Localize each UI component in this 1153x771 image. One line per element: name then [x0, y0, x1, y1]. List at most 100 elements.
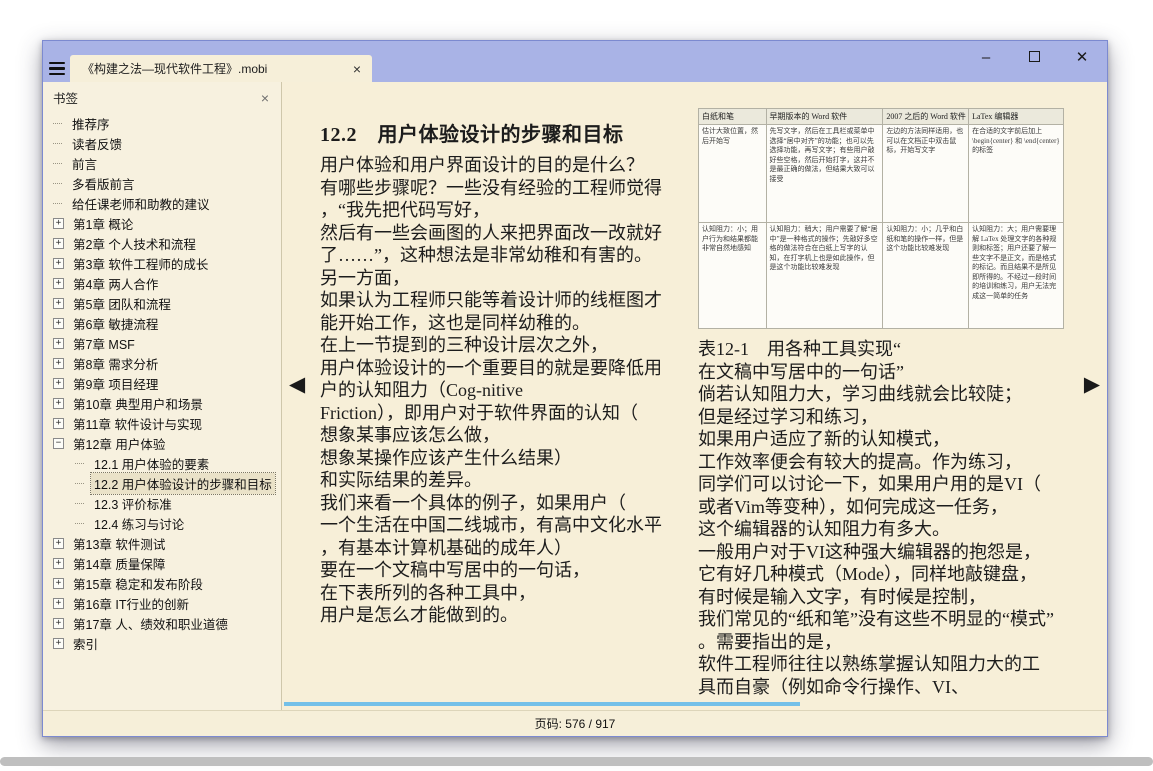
- table-header-cell: LaTex 编辑器: [969, 109, 1064, 125]
- text-line: 在上一节提到的三种设计层次之外，: [320, 334, 700, 357]
- bookmark-item[interactable]: +第17章 人、绩效和职业道德: [53, 613, 281, 633]
- bookmark-label: 推荐序: [69, 113, 113, 134]
- expand-icon[interactable]: +: [53, 378, 64, 389]
- bookmark-item[interactable]: +第5章 团队和流程: [53, 293, 281, 313]
- menu-icon[interactable]: [43, 55, 70, 82]
- bookmark-item[interactable]: +第8章 需求分析: [53, 353, 281, 373]
- text-line: 我们常见的“纸和笔”没有这些不明显的“模式”: [698, 608, 1086, 631]
- bookmark-label: 第6章 敏捷流程: [70, 313, 161, 334]
- bookmark-label: 第16章 IT行业的创新: [70, 593, 192, 614]
- bookmark-item[interactable]: +第15章 稳定和发布阶段: [53, 573, 281, 593]
- progress-bar[interactable]: [284, 702, 1105, 706]
- taskbar-strip[interactable]: [0, 757, 1153, 766]
- expand-icon[interactable]: +: [53, 238, 64, 249]
- right-page-lines: 倘若认知阻力大，学习曲线就会比较陡；但是经过学习和练习，如果用户适应了新的认知模…: [698, 383, 1086, 698]
- tree-connector: [53, 183, 62, 184]
- caption-line: 在文稿中写居中的一句话”: [698, 361, 1086, 384]
- reading-canvas[interactable]: ◀ ▶ 12.2 用户体验设计的步骤和目标 用户体验和用户界面设计的目的是什么？…: [282, 82, 1107, 710]
- expand-icon[interactable]: +: [53, 398, 64, 409]
- bookmark-item[interactable]: 读者反馈: [53, 133, 281, 153]
- bookmark-item[interactable]: +第14章 质量保障: [53, 553, 281, 573]
- tree-connector: [75, 503, 84, 504]
- bookmark-item[interactable]: +第4章 两人合作: [53, 273, 281, 293]
- next-page-arrow[interactable]: ▶: [1084, 374, 1100, 395]
- expand-icon[interactable]: +: [53, 358, 64, 369]
- minimize-button[interactable]: –: [977, 50, 995, 65]
- expand-icon[interactable]: +: [53, 318, 64, 329]
- expand-icon[interactable]: +: [53, 418, 64, 429]
- table-cell: 认知阻力：大；用户需要理解 LaTex 处理文字的各种规则和标签；用户还要了解一…: [969, 223, 1064, 329]
- bookmark-item[interactable]: −第12章 用户体验: [53, 433, 281, 453]
- text-line: 用户是怎么才能做到的。: [320, 604, 700, 627]
- text-line: 如果用户适应了新的认知模式，: [698, 428, 1086, 451]
- tree-connector: [53, 143, 62, 144]
- expand-icon[interactable]: +: [53, 618, 64, 629]
- table-header-cell: 早期版本的 Word 软件: [766, 109, 883, 125]
- sidebar-close-icon[interactable]: ×: [261, 91, 269, 105]
- text-line: 我们来看一个具体的例子，如果用户（: [320, 492, 700, 515]
- bookmark-item[interactable]: +第7章 MSF: [53, 333, 281, 353]
- text-line: 用户体验设计的一个重要目的就是要降低用: [320, 357, 700, 380]
- left-page-lines: 用户体验和用户界面设计的目的是什么？有哪些步骤呢？一些没有经验的工程师觉得，“我…: [320, 154, 700, 627]
- document-tab[interactable]: 《构建之法—现代软件工程》.mobi ×: [70, 55, 372, 82]
- bookmark-item[interactable]: +第13章 软件测试: [53, 533, 281, 553]
- prev-page-arrow[interactable]: ◀: [289, 374, 305, 395]
- text-line: Friction），即用户对于软件界面的认知（: [320, 402, 700, 425]
- text-line: 一个生活在中国二线城市，有高中文化水平: [320, 514, 700, 537]
- expand-icon[interactable]: +: [53, 338, 64, 349]
- text-line: ，有基本计算机基础的成年人）: [320, 537, 700, 560]
- bookmark-item[interactable]: +第3章 软件工程师的成长: [53, 253, 281, 273]
- bookmark-item[interactable]: + 第11章 软件设计与实现: [53, 413, 281, 433]
- bookmark-item[interactable]: + 索引: [53, 633, 281, 653]
- close-button[interactable]: ✕: [1073, 50, 1091, 65]
- tab-close-icon[interactable]: ×: [350, 62, 364, 76]
- bookmark-item[interactable]: + 第9章 项目经理: [53, 373, 281, 393]
- bookmark-label: 12.4 练习与讨论: [91, 513, 187, 534]
- bookmarks-sidebar: 书签 × 推荐序读者反馈前言多看版前言给任课老师和助教的建议+第1章 概论+第2…: [43, 82, 282, 710]
- expand-icon[interactable]: +: [53, 638, 64, 649]
- text-line: 有时候是输入文字，有时候是控制，: [698, 586, 1086, 609]
- bookmark-item[interactable]: +第2章 个人技术和流程: [53, 233, 281, 253]
- bookmark-item[interactable]: 多看版前言: [53, 173, 281, 193]
- bookmark-item[interactable]: 给任课老师和助教的建议: [53, 193, 281, 213]
- bookmark-label: 索引: [70, 633, 101, 654]
- maximize-icon: [1029, 51, 1040, 62]
- expand-icon[interactable]: +: [53, 298, 64, 309]
- bookmark-item[interactable]: 12.4 练习与讨论: [53, 513, 281, 533]
- table-cell: 在合适的文字前后加上 \begin{center} 和 \end{center}…: [969, 125, 1064, 223]
- bookmark-label: 第1章 概论: [70, 213, 136, 234]
- bookmark-item[interactable]: + 第1章 概论: [53, 213, 281, 233]
- maximize-button[interactable]: [1025, 50, 1043, 65]
- bookmark-item[interactable]: 12.3 评价标准: [53, 493, 281, 513]
- bookmark-label: 12.3 评价标准: [91, 493, 175, 514]
- bookmark-label: 多看版前言: [69, 173, 138, 194]
- bookmark-label: 前言: [69, 153, 100, 174]
- expand-icon[interactable]: +: [53, 278, 64, 289]
- bookmark-item[interactable]: 前言: [53, 153, 281, 173]
- bookmark-label: 第9章 项目经理: [70, 373, 161, 394]
- bookmark-item[interactable]: + 第16章 IT行业的创新: [53, 593, 281, 613]
- table-row: 认知阻力：小；用户行为和结果都能非常自然地感知认知阻力：稍大；用户需要了解“居中…: [699, 223, 1064, 329]
- bookmark-item[interactable]: 推荐序: [53, 113, 281, 133]
- bookmark-item[interactable]: + 第6章 敏捷流程: [53, 313, 281, 333]
- titlebar[interactable]: 《构建之法—现代软件工程》.mobi × – ✕: [43, 41, 1107, 82]
- section-heading: 12.2 用户体验设计的步骤和目标: [320, 118, 700, 147]
- bookmark-label: 第11章 软件设计与实现: [70, 413, 205, 434]
- text-line: 想象某事应该怎么做，: [320, 424, 700, 447]
- text-line: 同学们可以讨论一下，如果用户用的是VI（: [698, 473, 1086, 496]
- text-line: 倘若认知阻力大，学习曲线就会比较陡；: [698, 383, 1086, 406]
- text-line: 想象某操作应该产生什么结果）: [320, 447, 700, 470]
- table-header-row: 白纸和笔早期版本的 Word 软件2007 之后的 Word 软件LaTex 编…: [699, 109, 1064, 125]
- expand-icon[interactable]: +: [53, 598, 64, 609]
- expand-icon[interactable]: +: [53, 578, 64, 589]
- expand-icon[interactable]: +: [53, 218, 64, 229]
- bookmark-item[interactable]: 12.2 用户体验设计的步骤和目标: [53, 473, 281, 493]
- text-line: 有哪些步骤呢？一些没有经验的工程师觉得: [320, 177, 700, 200]
- tree-connector: [75, 483, 84, 484]
- bookmark-item[interactable]: 12.1 用户体验的要素: [53, 453, 281, 473]
- bookmark-item[interactable]: +第10章 典型用户和场景: [53, 393, 281, 413]
- expand-icon[interactable]: +: [53, 538, 64, 549]
- expand-icon[interactable]: +: [53, 258, 64, 269]
- expand-icon[interactable]: +: [53, 558, 64, 569]
- collapse-icon[interactable]: −: [53, 438, 64, 449]
